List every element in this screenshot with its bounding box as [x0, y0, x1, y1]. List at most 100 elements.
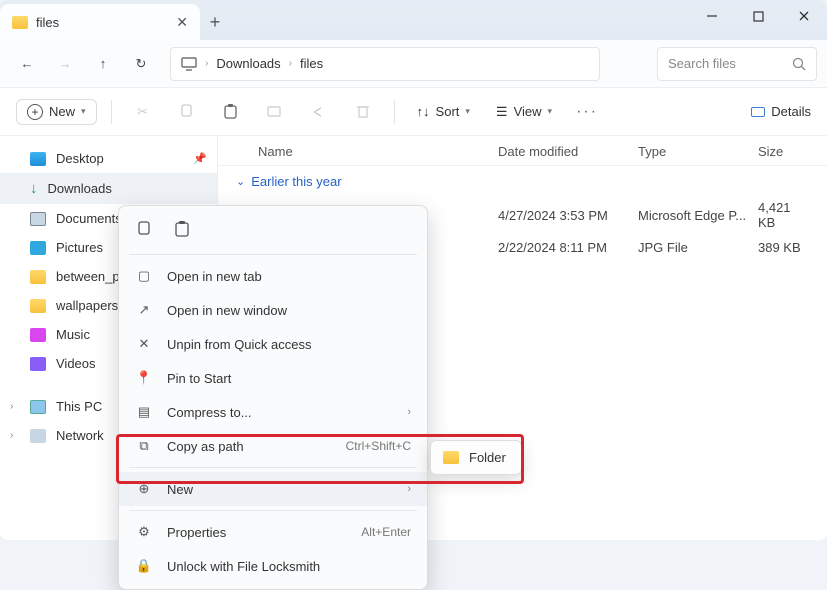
search-icon — [792, 57, 806, 71]
back-button[interactable]: ← — [10, 47, 44, 81]
folder-icon — [30, 270, 46, 284]
sidebar-item-label: Documents — [56, 211, 122, 226]
tab-files[interactable]: files ✕ — [0, 4, 200, 40]
sidebar-item-downloads[interactable]: ↓ Downloads — [0, 173, 217, 204]
chevron-down-icon: ▾ — [465, 106, 470, 117]
sidebar-item-label: This PC — [56, 399, 102, 414]
copy-path-icon: ⧉ — [135, 438, 153, 454]
details-icon — [751, 107, 765, 117]
tab-close-icon[interactable]: ✕ — [176, 14, 188, 31]
monitor-icon — [181, 57, 197, 71]
paste-button[interactable] — [214, 95, 248, 129]
properties-icon: ⚙ — [135, 524, 153, 540]
group-header[interactable]: ⌄ Earlier this year — [218, 166, 827, 195]
pin-icon: 📌 — [193, 152, 207, 165]
view-icon: ☰ — [496, 104, 508, 120]
chevron-right-icon: › — [10, 430, 13, 441]
column-type[interactable]: Type — [638, 144, 758, 159]
plus-circle-icon: + — [27, 104, 43, 120]
up-button[interactable]: ↑ — [86, 47, 120, 81]
view-label: View — [514, 104, 542, 119]
close-button[interactable] — [781, 0, 827, 32]
videos-icon — [30, 357, 46, 371]
sort-button[interactable]: ↑↓ Sort ▾ — [409, 100, 478, 123]
ctx-label: Properties — [167, 525, 226, 540]
flyout-label: Folder — [469, 450, 506, 465]
minimize-button[interactable] — [689, 0, 735, 32]
toolbar: + New ▾ ✂ ↑↓ Sort ▾ ☰ View ▾ ··· Details — [0, 88, 827, 136]
rename-button[interactable] — [258, 95, 292, 129]
copy-button[interactable] — [170, 95, 204, 129]
column-date[interactable]: Date modified — [498, 144, 638, 159]
ctx-label: Copy as path — [167, 439, 244, 454]
search-input[interactable]: Search files — [657, 47, 817, 81]
chevron-down-icon: ▾ — [81, 106, 86, 117]
titlebar: files ✕ + — [0, 0, 827, 40]
plus-circle-icon: ⊕ — [135, 481, 153, 497]
ctx-label: New — [167, 482, 193, 497]
breadcrumb-files[interactable]: files — [300, 56, 323, 71]
view-button[interactable]: ☰ View ▾ — [488, 100, 560, 124]
sort-label: Sort — [436, 104, 460, 119]
more-button[interactable]: ··· — [570, 95, 604, 129]
column-name[interactable]: Name — [258, 144, 498, 159]
file-size: 389 KB — [758, 240, 807, 255]
ctx-compress-to[interactable]: ▤Compress to...› — [119, 395, 427, 429]
sidebar-item-label: Desktop — [56, 151, 104, 166]
refresh-button[interactable]: ↻ — [124, 47, 158, 81]
ctx-copy-icon[interactable] — [133, 218, 155, 240]
pin-icon: 📍 — [135, 370, 153, 386]
delete-button[interactable] — [346, 95, 380, 129]
chevron-right-icon: › — [407, 483, 411, 495]
new-button[interactable]: + New ▾ — [16, 99, 97, 125]
cut-button[interactable]: ✂ — [126, 95, 160, 129]
ctx-open-new-window[interactable]: ↗Open in new window — [119, 293, 427, 327]
ctx-label: Pin to Start — [167, 371, 231, 386]
group-label: Earlier this year — [251, 174, 341, 189]
details-pane-button[interactable]: Details — [751, 104, 811, 119]
ctx-new[interactable]: ⊕ New › — [119, 472, 427, 506]
unpin-icon: ✕ — [135, 336, 153, 352]
new-tab-button[interactable]: + — [200, 4, 230, 40]
window-controls — [689, 0, 827, 32]
sidebar-item-desktop[interactable]: Desktop 📌 — [0, 144, 217, 173]
ctx-paste-icon[interactable] — [171, 218, 193, 240]
sidebar-item-label: Music — [56, 327, 90, 342]
file-size: 4,421 KB — [758, 200, 807, 230]
ctx-unpin-quick-access[interactable]: ✕ Unpin from Quick access — [119, 327, 427, 361]
new-folder-item[interactable]: Folder — [431, 441, 521, 474]
document-icon — [30, 212, 46, 226]
folder-icon — [443, 451, 459, 464]
sidebar-item-label: Videos — [56, 356, 96, 371]
file-type: JPG File — [638, 240, 758, 255]
column-headers: Name Date modified Type Size — [218, 136, 827, 166]
maximize-button[interactable] — [735, 0, 781, 32]
sidebar-item-label: Downloads — [48, 181, 112, 196]
music-icon — [30, 328, 46, 342]
share-button[interactable] — [302, 95, 336, 129]
ctx-open-new-tab[interactable]: ▢ Open in new tab — [119, 259, 427, 293]
ctx-copy-as-path[interactable]: ⧉Copy as pathCtrl+Shift+C — [119, 429, 427, 463]
sidebar-item-label: wallpapers — [56, 298, 118, 313]
pictures-icon — [30, 241, 46, 255]
folder-icon — [12, 16, 28, 29]
column-size[interactable]: Size — [758, 144, 807, 159]
forward-button[interactable]: → — [48, 47, 82, 81]
chevron-right-icon: › — [205, 58, 208, 69]
ctx-label: Open in new tab — [167, 269, 262, 284]
breadcrumb-downloads[interactable]: Downloads — [216, 56, 280, 71]
tab-icon: ▢ — [135, 268, 153, 284]
desktop-icon — [30, 152, 46, 166]
download-icon: ↓ — [30, 180, 38, 197]
ctx-label: Unpin from Quick access — [167, 337, 312, 352]
tab-title: files — [36, 15, 59, 30]
ctx-pin-to-start[interactable]: 📍 Pin to Start — [119, 361, 427, 395]
new-submenu: Folder — [430, 440, 522, 475]
window-icon: ↗ — [135, 302, 153, 318]
file-date: 4/27/2024 3:53 PM — [498, 208, 638, 223]
chevron-right-icon: › — [289, 58, 292, 69]
nav-bar: ← → ↑ ↻ › Downloads › files Search files — [0, 40, 827, 88]
ctx-properties[interactable]: ⚙PropertiesAlt+Enter — [119, 515, 427, 540]
chevron-down-icon: ▾ — [548, 106, 553, 117]
address-bar[interactable]: › Downloads › files — [170, 47, 600, 81]
